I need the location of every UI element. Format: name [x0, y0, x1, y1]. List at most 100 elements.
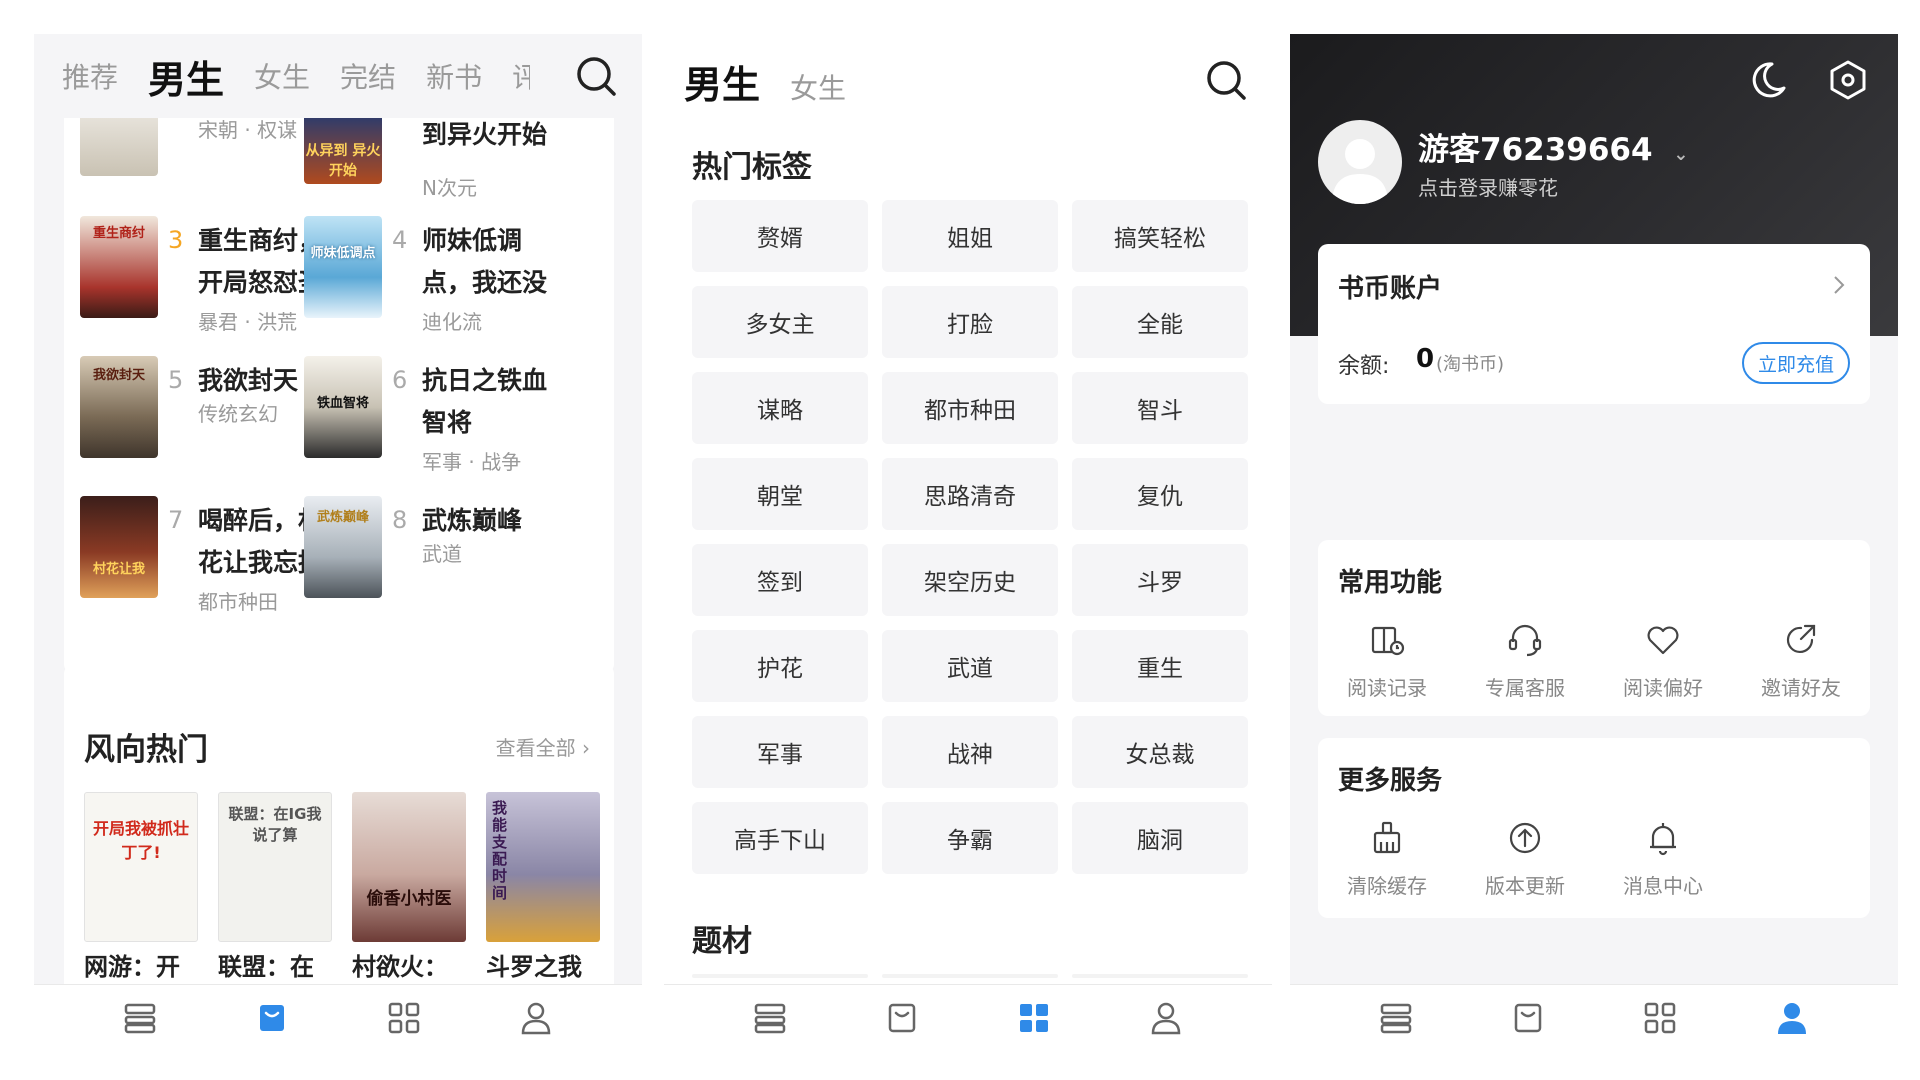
tag-chip[interactable]: 女总裁	[1072, 716, 1248, 788]
settings-icon[interactable]	[1826, 58, 1870, 102]
profile-icon	[521, 1002, 551, 1034]
card-title: 书币账户	[1338, 274, 1443, 304]
login-tip[interactable]: 点击登录赚零花	[1418, 172, 1558, 201]
reading-preference-button[interactable]: 阅读偏好	[1594, 620, 1732, 701]
nav-category[interactable]	[374, 988, 434, 1048]
tag-chip[interactable]: 谋略	[692, 372, 868, 444]
nav-bookshelf[interactable]	[1366, 988, 1426, 1048]
tag-chip[interactable]: 脑洞	[1072, 802, 1248, 874]
tab-male[interactable]: 男生	[148, 49, 224, 104]
clear-cache-button[interactable]: 清除缓存	[1318, 818, 1456, 899]
ranking-item-partial[interactable]: 从异到 异火开始 到异火开始 N次元	[304, 114, 574, 224]
book-cover: 师妹低调点	[304, 216, 382, 318]
tab-recommend[interactable]: 推荐	[62, 56, 118, 96]
tag-chip[interactable]: 姐姐	[882, 200, 1058, 272]
ranking-card: 宋朝 · 权谋 从异到 异火开始 到异火开始 N次元 重生商纣 3 重生商纣，开…	[64, 74, 614, 674]
customer-service-button[interactable]: 专属客服	[1456, 620, 1594, 701]
message-center-button[interactable]: 消息中心	[1594, 818, 1732, 899]
bottom-nav	[1290, 984, 1898, 1050]
tab-male[interactable]: 男生	[684, 54, 760, 109]
tag-chip[interactable]: 战神	[882, 716, 1058, 788]
nav-profile[interactable]	[1762, 988, 1822, 1048]
tag-chip[interactable]: 架空历史	[882, 544, 1058, 616]
view-all-link[interactable]: 查看全部 ›	[496, 732, 590, 761]
card-title: 更多服务	[1338, 766, 1443, 796]
tab-female[interactable]: 女生	[790, 67, 846, 107]
username[interactable]: 游客76239664 ⌄	[1418, 124, 1688, 169]
rank-number: 4	[392, 226, 408, 254]
search-icon[interactable]	[574, 54, 618, 98]
tag-chip[interactable]: 护花	[692, 630, 868, 702]
book-tag: 宋朝 · 权谋	[198, 118, 298, 142]
ranking-item[interactable]: 铁血智将 6 抗日之铁血智将 军事 · 战争	[304, 356, 574, 474]
tag-chip[interactable]: 思路清奇	[882, 458, 1058, 530]
book-title: 到异火开始	[422, 120, 548, 149]
book-cover: 村花让我	[80, 496, 158, 598]
headset-icon	[1508, 624, 1542, 657]
book-title: 师妹低调点，我还没	[422, 226, 548, 297]
tag-chip[interactable]: 智斗	[1072, 372, 1248, 444]
tag-chip[interactable]: 签到	[692, 544, 868, 616]
bottom-nav	[34, 984, 642, 1050]
tag-chip[interactable]: 多女主	[692, 286, 868, 358]
category-icon	[388, 1002, 420, 1033]
nav-store[interactable]	[242, 988, 302, 1048]
nav-store[interactable]	[1498, 988, 1558, 1048]
nav-bookshelf[interactable]	[740, 988, 800, 1048]
ranking-item[interactable]: 武炼巅峰 8 武炼巅峰 武道	[304, 496, 574, 606]
book-tag: N次元	[422, 176, 477, 200]
tag-chip[interactable]: 赘婿	[692, 200, 868, 272]
nav-store[interactable]	[872, 988, 932, 1048]
tag-chip[interactable]: 打脸	[882, 286, 1058, 358]
avatar[interactable]	[1318, 120, 1402, 204]
divider	[1072, 974, 1248, 978]
tag-chip[interactable]: 武道	[882, 630, 1058, 702]
book-tag: 暴君 · 洪荒	[198, 310, 298, 334]
balance-label: 余额:	[1338, 354, 1390, 379]
recharge-button[interactable]: 立即充值	[1742, 342, 1850, 384]
tag-chip[interactable]: 军事	[692, 716, 868, 788]
tag-grid: 赘婿 姐姐 搞笑轻松 多女主 打脸 全能 谋略 都市种田 智斗 朝堂 思路清奇 …	[692, 200, 1248, 874]
chevron-down-icon: ⌄	[1673, 144, 1689, 165]
tag-chip[interactable]: 高手下山	[692, 802, 868, 874]
divider	[692, 974, 868, 978]
book-cover: 我欲封天	[80, 356, 158, 458]
nav-bookshelf[interactable]	[110, 988, 170, 1048]
tab-new-books[interactable]: 新书	[426, 56, 482, 96]
book-tag: 武道	[422, 542, 462, 566]
tag-chip[interactable]: 复仇	[1072, 458, 1248, 530]
tab-female[interactable]: 女生	[254, 56, 310, 96]
nav-profile[interactable]	[506, 988, 566, 1048]
tab-completed[interactable]: 完结	[340, 56, 396, 96]
tag-chip[interactable]: 搞笑轻松	[1072, 200, 1248, 272]
tag-chip[interactable]: 争霸	[882, 802, 1058, 874]
tag-chip[interactable]: 都市种田	[882, 372, 1058, 444]
nav-profile[interactable]	[1136, 988, 1196, 1048]
nav-category[interactable]	[1630, 988, 1690, 1048]
invite-friends-button[interactable]: 邀请好友	[1732, 620, 1870, 701]
nav-category[interactable]	[1004, 988, 1064, 1048]
history-icon	[1371, 626, 1405, 656]
version-update-button[interactable]: 版本更新	[1456, 818, 1594, 899]
tab-more[interactable]: 评	[512, 56, 530, 96]
search-icon[interactable]	[1204, 58, 1248, 102]
reading-history-button[interactable]: 阅读记录	[1318, 620, 1456, 701]
book-cover: 开局我被抓壮丁了!	[84, 792, 198, 942]
book-cover: 铁血智将	[304, 356, 382, 458]
share-icon	[1786, 624, 1816, 653]
tag-chip[interactable]: 重生	[1072, 630, 1248, 702]
tag-chip[interactable]: 朝堂	[692, 458, 868, 530]
heart-icon	[1647, 626, 1679, 655]
ranking-item[interactable]: 师妹低调点 4 师妹低调点，我还没 迪化流	[304, 216, 574, 334]
tag-chip[interactable]: 全能	[1072, 286, 1248, 358]
book-cover: 重生商纣	[80, 216, 158, 318]
night-mode-icon[interactable]	[1746, 58, 1790, 102]
tag-chip[interactable]: 斗罗	[1072, 544, 1248, 616]
profile-icon	[1778, 1002, 1806, 1034]
upload-cloud-icon	[1509, 822, 1541, 854]
chevron-right-icon[interactable]	[1830, 274, 1848, 296]
book-tag: 军事 · 战争	[422, 450, 522, 474]
more-services-card: 更多服务 清除缓存 版本更新 消息中心	[1318, 738, 1870, 918]
bell-icon	[1650, 823, 1676, 856]
rank-number: 3	[168, 226, 184, 254]
